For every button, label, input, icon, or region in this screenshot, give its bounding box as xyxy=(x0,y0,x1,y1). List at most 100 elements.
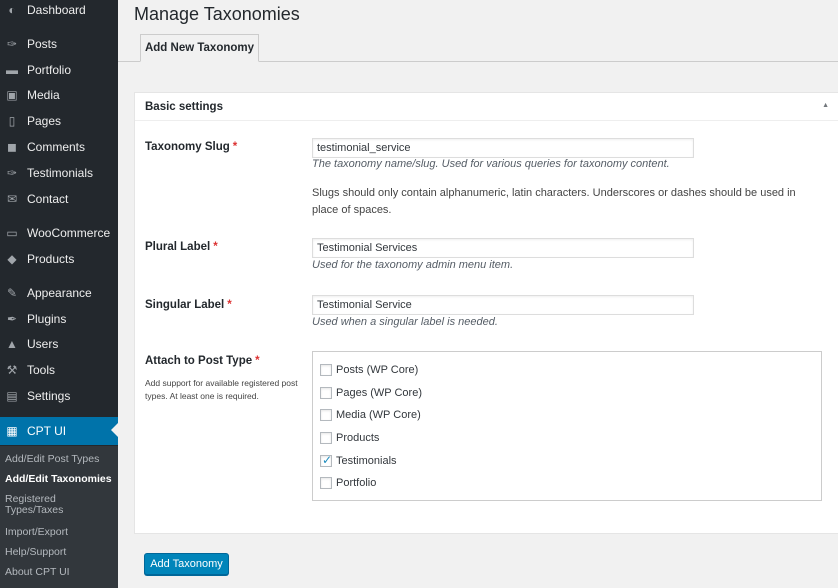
taxonomy-slug-label: Taxonomy Slug * xyxy=(145,141,237,153)
sidebar-item-woocommerce[interactable]: ▭ WooCommerce xyxy=(0,220,118,246)
sidebar-item-media[interactable]: ▣ Media xyxy=(0,82,118,108)
mail-icon: ✉ xyxy=(6,192,18,206)
taxonomy-slug-description: The taxonomy name/slug. Used for various… xyxy=(312,158,670,170)
checkbox-portfolio[interactable]: Portfolio xyxy=(320,477,376,489)
sidebar-item-products[interactable]: ◆ Products xyxy=(0,246,118,272)
taxonomy-slug-label-text: Taxonomy Slug xyxy=(145,141,230,153)
checkbox-media-wp-core[interactable]: Media (WP Core) xyxy=(320,409,421,421)
pin-icon: ✑ xyxy=(6,37,18,51)
woocommerce-icon: ▭ xyxy=(6,226,18,240)
sidebar-item-label: Testimonials xyxy=(27,166,94,180)
sidebar-item-testimonials[interactable]: ✑ Testimonials xyxy=(0,160,118,186)
sidebar-item-label: Tools xyxy=(27,363,56,377)
user-icon: ▲ xyxy=(6,337,18,351)
submenu-add-edit-taxonomies[interactable]: Add/Edit Taxonomies xyxy=(5,474,115,485)
checkbox-label: Posts (WP Core) xyxy=(336,364,419,376)
checkbox[interactable] xyxy=(320,409,332,421)
checkbox[interactable] xyxy=(320,477,332,489)
sidebar-item-settings[interactable]: ▤ Settings xyxy=(0,383,118,409)
sidebar-item-label: Pages xyxy=(27,114,62,128)
sidebar-item-users[interactable]: ▲ Users xyxy=(0,331,118,357)
cptui-icon: ▦ xyxy=(6,424,18,438)
taxonomy-slug-input[interactable] xyxy=(312,138,694,158)
sidebar-item-pages[interactable]: ▯ Pages xyxy=(0,108,118,134)
plural-label-text: Plural Label xyxy=(145,241,211,253)
sidebar-item-label: Appearance xyxy=(27,286,92,300)
checkbox-label: Media (WP Core) xyxy=(336,409,421,421)
folder-icon: ▬ xyxy=(6,63,18,77)
dashboard-icon: ◐ xyxy=(8,3,16,17)
checkbox[interactable] xyxy=(320,432,332,444)
sidebar-item-label: Users xyxy=(27,337,59,351)
page-title: Manage Taxonomies xyxy=(134,4,300,24)
submenu-import-export[interactable]: Import/Export xyxy=(5,527,115,538)
sidebar-item-label: Products xyxy=(27,252,75,266)
sidebar-item-portfolio[interactable]: ▬ Portfolio xyxy=(0,57,118,83)
singular-label-input[interactable] xyxy=(312,295,694,315)
sidebar-item-label: Settings xyxy=(27,389,71,403)
comment-icon: ◼ xyxy=(7,140,17,154)
add-taxonomy-button[interactable]: Add Taxonomy xyxy=(144,553,229,575)
submenu-add-edit-post-types[interactable]: Add/Edit Post Types xyxy=(5,454,115,465)
tab-add-new-taxonomy[interactable]: Add New Taxonomy xyxy=(140,34,259,62)
checkbox-pages-wp-core[interactable]: Pages (WP Core) xyxy=(320,387,422,399)
plural-label-description: Used for the taxonomy admin menu item. xyxy=(312,259,514,271)
sidebar-item-label: Posts xyxy=(27,37,58,51)
checkbox-products[interactable]: Products xyxy=(320,432,379,444)
sidebar-item-label: Dashboard xyxy=(27,3,86,17)
submenu-about-cpt-ui[interactable]: About CPT UI xyxy=(5,567,115,578)
checkbox[interactable] xyxy=(320,364,332,376)
sidebar-item-cpt-ui[interactable]: ▦ CPT UI xyxy=(0,417,118,445)
cptui-submenu: Add/Edit Post Types Add/Edit Taxonomies … xyxy=(0,446,118,588)
checkbox-label: Pages (WP Core) xyxy=(336,387,422,399)
sidebar-item-label: WooCommerce xyxy=(27,226,111,240)
collapse-arrow-icon[interactable]: ▲ xyxy=(822,102,829,109)
box-title: Basic settings xyxy=(145,100,223,113)
sidebar-item-posts[interactable]: ✑ Posts xyxy=(0,31,118,57)
submenu-help-support[interactable]: Help/Support xyxy=(5,547,115,558)
settings-icon: ▤ xyxy=(6,389,18,403)
plural-label-label: Plural Label * xyxy=(145,241,218,253)
sidebar-item-label: Portfolio xyxy=(27,63,72,77)
singular-label-description: Used when a singular label is needed. xyxy=(312,316,498,328)
required-mark: * xyxy=(227,299,232,311)
sidebar-item-label: Plugins xyxy=(27,312,67,326)
brush-icon: ✎ xyxy=(6,286,18,300)
slug-note: Slugs should only contain alphanumeric, … xyxy=(312,187,796,216)
sidebar-item-contact[interactable]: ✉ Contact xyxy=(0,186,118,212)
sidebar-item-label: Media xyxy=(27,88,60,102)
box-icon: ◆ xyxy=(7,252,17,266)
wrench-icon: ⚒ xyxy=(6,363,18,377)
checkbox-testimonials[interactable]: Testimonials xyxy=(320,453,397,467)
media-icon: ▣ xyxy=(6,88,18,102)
sidebar-item-comments[interactable]: ◼ Comments xyxy=(0,134,118,160)
required-mark: * xyxy=(255,355,260,367)
post-type-checkbox-list: Posts (WP Core) Pages (WP Core) Media (W… xyxy=(312,351,822,501)
pages-icon: ▯ xyxy=(8,114,16,128)
submenu-registered-types-taxes[interactable]: Registered Types/Taxes xyxy=(5,494,115,516)
checkbox-checked[interactable] xyxy=(320,453,332,467)
singular-label-text: Singular Label xyxy=(145,299,225,311)
sidebar-item-tools[interactable]: ⚒ Tools xyxy=(0,357,118,383)
box-header[interactable]: Basic settings ▲ xyxy=(135,93,838,121)
sidebar-item-label: Contact xyxy=(27,192,69,206)
checkbox-label: Testimonials xyxy=(336,455,397,467)
attach-post-type-label: Attach to Post Type * xyxy=(145,355,260,367)
basic-settings-box: Basic settings ▲ Taxonomy Slug* The taxo… xyxy=(134,92,838,534)
sidebar-item-appearance[interactable]: ✎ Appearance xyxy=(0,280,118,306)
sidebar-item-plugins[interactable]: ✒ Plugins xyxy=(0,306,118,332)
checkbox-label: Portfolio xyxy=(336,477,377,489)
plural-label-input[interactable] xyxy=(312,238,694,258)
plug-icon: ✒ xyxy=(6,312,18,326)
sidebar-item-label: CPT UI xyxy=(27,424,67,438)
sidebar-item-label: Comments xyxy=(27,140,86,154)
checkbox[interactable] xyxy=(320,387,332,399)
admin-sidebar: ◐ Dashboard ✑ Posts ▬ Portfolio ▣ Media ▯ Pag… xyxy=(0,0,118,588)
sidebar-item-dashboard[interactable]: ◐ Dashboard xyxy=(0,0,118,23)
attach-post-type-label-text: Attach to Post Type xyxy=(145,355,253,367)
checkbox-posts-wp-core[interactable]: Posts (WP Core) xyxy=(320,364,418,376)
pin-icon: ✑ xyxy=(6,166,18,180)
attach-post-type-description: Add support for available registered pos… xyxy=(145,378,298,401)
required-mark: * xyxy=(213,241,218,253)
checkbox-label: Products xyxy=(336,432,380,444)
